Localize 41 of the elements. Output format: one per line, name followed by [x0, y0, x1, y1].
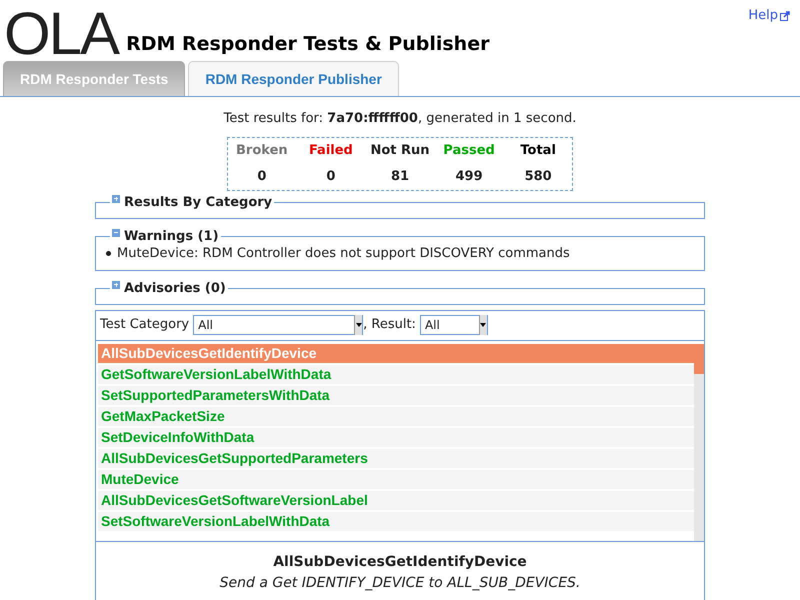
- count-label: Not Run: [370, 142, 430, 160]
- warning-text: MuteDevice: RDM Controller does not support DISCOVERY commands: [117, 245, 570, 263]
- count-label: Broken: [235, 142, 289, 160]
- test-detail-title: AllSubDevicesGetIdentifyDevice: [272, 552, 528, 572]
- tab[interactable]: RDM Responder Tests: [3, 61, 186, 96]
- test-list-item[interactable]: AllSubDevicesGetIdentifyDevice: [98, 344, 694, 362]
- count-label: Passed: [442, 142, 496, 160]
- logo-text: OLA: [4, 8, 118, 60]
- help-link[interactable]: Help: [748, 6, 790, 26]
- results-summary: Test results for: 7a70:ffffff00, generated in 1 second.: [222, 110, 578, 128]
- count-value: 580: [524, 168, 553, 186]
- scrollbar[interactable]: [694, 344, 704, 540]
- count-value: 81: [390, 168, 410, 186]
- section-title: Warnings (1): [124, 228, 219, 246]
- test-list-item[interactable]: GetMaxPacketSize: [98, 406, 694, 426]
- filter-label: , Result:: [363, 316, 416, 334]
- test-list-item[interactable]: SetSoftwareVersionLabelWithData: [98, 512, 694, 530]
- count-value: 0: [256, 168, 268, 186]
- external-link-icon: [780, 10, 790, 21]
- count-value: 0: [325, 168, 336, 186]
- count-label: Total: [519, 142, 557, 160]
- section-title: Advisories (0): [124, 280, 226, 298]
- result-select[interactable]: All: [420, 315, 488, 335]
- test-list-item[interactable]: SetDeviceInfoWithData: [98, 428, 694, 446]
- expand-icon[interactable]: [112, 194, 120, 202]
- test-list-item[interactable]: AllSubDevicesGetSupportedParameters: [98, 448, 694, 468]
- section-title: Results By Category: [124, 194, 272, 212]
- count-label: Failed: [308, 142, 354, 160]
- test-list-item[interactable]: SetSupportedParametersWithData: [98, 386, 694, 404]
- tab[interactable]: RDM Responder Publisher: [188, 61, 399, 96]
- filter-label: Test Category: [100, 316, 190, 334]
- test-list-item[interactable]: MuteDevice: [98, 470, 694, 488]
- expand-icon[interactable]: [112, 280, 120, 288]
- collapse-icon[interactable]: [112, 228, 120, 236]
- bullet-icon: [106, 251, 111, 256]
- test-list-item[interactable]: AllSubDevicesGetSoftwareVersionLabel: [98, 490, 694, 510]
- category-select[interactable]: All: [193, 315, 364, 335]
- count-value: 499: [454, 168, 484, 186]
- test-list-item[interactable]: GetSoftwareVersionLabelWithData: [98, 364, 694, 384]
- test-description: Send a Get IDENTIFY_DEVICE to ALL_SUB_DEVICES.: [218, 574, 582, 592]
- page-title: RDM Responder Tests & Publisher: [126, 32, 490, 56]
